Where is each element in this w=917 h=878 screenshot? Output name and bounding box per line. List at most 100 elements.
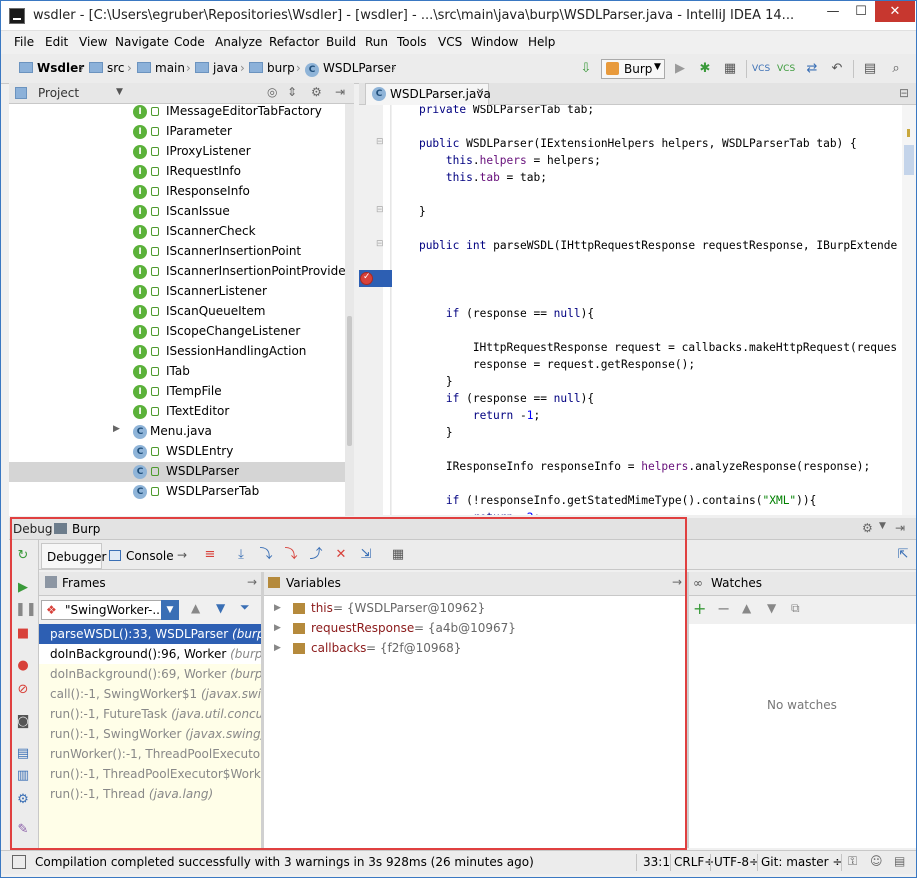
expand-arrow-icon[interactable]: ▶ (274, 638, 281, 658)
breakpoint-icon[interactable]: ✓ (360, 272, 373, 285)
pin-tab-icon[interactable]: → (177, 548, 187, 562)
move-up-icon[interactable]: ▲ (742, 601, 751, 615)
next-frame-icon[interactable]: ▼ (216, 601, 225, 615)
camera-icon[interactable]: ◙ (15, 714, 31, 730)
run-icon[interactable]: ▶ (671, 60, 689, 78)
code-line[interactable]: this.tab = tab; (392, 169, 547, 186)
tree-item[interactable]: C WSDLEntry (9, 442, 349, 462)
frame-row[interactable]: runWorker():-1, ThreadPoolExecutor (jav (39, 744, 261, 764)
panel-toggle-icon[interactable] (12, 855, 26, 869)
collapse-all-icon[interactable]: ⇕ (287, 85, 297, 99)
hide-pane-icon[interactable]: → (672, 575, 682, 589)
breadcrumb-java[interactable]: java (195, 61, 238, 75)
frame-row[interactable]: call():-1, SwingWorker$1 (javax.swing) (39, 684, 261, 704)
breadcrumb-main[interactable]: main (137, 61, 185, 75)
code-line[interactable]: if (response == null){ (392, 305, 594, 322)
force-step-into-icon[interactable]: ⤵ (282, 546, 300, 564)
menu-tools[interactable]: Tools (397, 35, 427, 49)
code-line[interactable]: return -2; (392, 509, 540, 515)
add-watch-icon[interactable]: + (693, 599, 706, 618)
run-config-select[interactable]: Burp ▼ (601, 59, 665, 79)
project-structure-icon[interactable]: ▤ (861, 60, 879, 78)
tree-item[interactable]: I ISessionHandlingAction (9, 342, 349, 362)
code-line[interactable]: public WSDLParser(IExtensionHelpers help… (392, 135, 857, 152)
move-down-icon[interactable]: ▼ (767, 601, 776, 615)
tree-item[interactable]: I IResponseInfo (9, 182, 349, 202)
tree-item[interactable]: C WSDLParserTab (9, 482, 349, 502)
tree-item[interactable]: I IScannerInsertionPoint (9, 242, 349, 262)
step-into-icon[interactable]: ⤵ (257, 546, 275, 564)
expand-arrow-icon[interactable]: ▶ (113, 424, 120, 434)
filter-icon[interactable]: ⏷ (240, 600, 250, 615)
tree-item[interactable]: I IScanQueueItem (9, 302, 349, 322)
menu-vcs[interactable]: VCS (438, 35, 462, 49)
code-line[interactable]: IHttpRequestResponse request = callbacks… (392, 339, 897, 356)
expand-arrow-icon[interactable]: ▶ (274, 618, 281, 638)
fold-icon[interactable]: ⊟ (376, 239, 384, 249)
project-scrollbar[interactable] (345, 104, 354, 516)
vcs-branch[interactable]: Git: master ÷ (761, 855, 842, 869)
close-button[interactable]: ✕ (875, 1, 915, 22)
event-log-icon[interactable]: ▤ (894, 854, 905, 868)
menu-edit[interactable]: Edit (45, 35, 68, 49)
code-line[interactable]: return -1; (392, 407, 540, 424)
drop-frame-icon[interactable]: ✕ (332, 546, 350, 564)
fold-icon[interactable]: ⊟ (376, 205, 384, 215)
tree-item[interactable]: C WSDLParser (9, 462, 349, 482)
tab-debugger[interactable]: Debugger (41, 543, 106, 569)
frame-row[interactable]: run():-1, FutureTask (java.util.concurre… (39, 704, 261, 724)
pause-icon[interactable]: ❚❚ (15, 602, 37, 618)
menu-window[interactable]: Window (471, 35, 518, 49)
show-execution-point-icon[interactable]: ≡ (201, 546, 219, 564)
frame-row[interactable]: doInBackground():69, Worker (burp) (39, 664, 261, 684)
rerun-icon[interactable]: ↻ (15, 548, 31, 564)
tree-item[interactable]: I IScopeChangeListener (9, 322, 349, 342)
menu-help[interactable]: Help (528, 35, 555, 49)
hide-pane-icon[interactable]: → (247, 575, 257, 589)
vcs-commit-icon[interactable]: VCS (777, 60, 795, 78)
menu-refactor[interactable]: Refactor (269, 35, 319, 49)
project-panel-title[interactable]: Project (38, 86, 79, 100)
editor-tab-wsdlparser[interactable]: C WSDLParser.java ✕ (365, 83, 491, 105)
view-breakpoints-icon[interactable]: ● (15, 658, 31, 674)
tree-item[interactable]: I ITab (9, 362, 349, 382)
chevron-down-icon[interactable]: ▼ (116, 87, 123, 97)
vcs-update-icon[interactable]: VCS (752, 60, 770, 78)
line-separator[interactable]: CRLF÷ (674, 855, 714, 869)
evaluate-expression-icon[interactable]: ▦ (389, 546, 407, 564)
frame-row[interactable]: run():-1, Thread (java.lang) (39, 784, 261, 804)
tree-item[interactable]: I IScannerInsertionPointProvider (9, 262, 351, 282)
sync-icon[interactable]: ◎ (267, 85, 277, 99)
copy-icon[interactable]: ⧉ (791, 601, 800, 616)
code-line[interactable]: } (392, 373, 453, 390)
breadcrumb-src[interactable]: src (89, 61, 125, 75)
revert-icon[interactable]: ↶ (828, 60, 846, 78)
hide-panel-icon[interactable]: ⇥ (335, 85, 345, 99)
tree-item[interactable]: I ITempFile (9, 382, 349, 402)
scrollbar-thumb[interactable] (904, 145, 914, 175)
hide-panel-icon[interactable]: ⇥ (895, 521, 905, 535)
gear-icon[interactable]: ⚙ (311, 85, 322, 99)
debug-config-label[interactable]: Burp (72, 522, 100, 536)
menu-code[interactable]: Code (174, 35, 205, 49)
lock-icon[interactable]: ⚿ (848, 854, 857, 869)
scrollbar-thumb[interactable] (347, 316, 352, 446)
menu-view[interactable]: View (79, 35, 107, 49)
inspector-icon[interactable]: ☺ (870, 854, 883, 868)
frame-row[interactable]: run():-1, SwingWorker (javax.swing) (39, 724, 261, 744)
breadcrumb-class[interactable]: C WSDLParser (305, 61, 396, 77)
run-to-cursor-icon[interactable]: ⇲ (357, 546, 375, 564)
tree-item[interactable]: I IScannerListener (9, 282, 349, 302)
variable-row[interactable]: ▶ callbacks = {f2f@10968} (264, 638, 684, 658)
code-line[interactable]: if (!responseInfo.getStatedMimeType().co… (392, 492, 817, 509)
chevron-down-icon[interactable]: ▼ (879, 521, 886, 531)
code-line[interactable]: byte[] response = requestResponse.getRes… (392, 271, 769, 288)
gear-icon[interactable]: ⚙ (862, 521, 873, 535)
settings-icon[interactable]: ⚙ (15, 792, 31, 808)
breadcrumb-project[interactable]: Wsdler (19, 61, 84, 75)
tree-item[interactable]: I IMessageEditorTabFactory (9, 104, 349, 122)
coverage-icon[interactable]: ▦ (721, 60, 739, 78)
tree-item[interactable]: ▶ C Menu.java (9, 422, 349, 442)
remove-watch-icon[interactable]: − (717, 599, 730, 618)
compare-icon[interactable]: ⇄ (803, 60, 821, 78)
